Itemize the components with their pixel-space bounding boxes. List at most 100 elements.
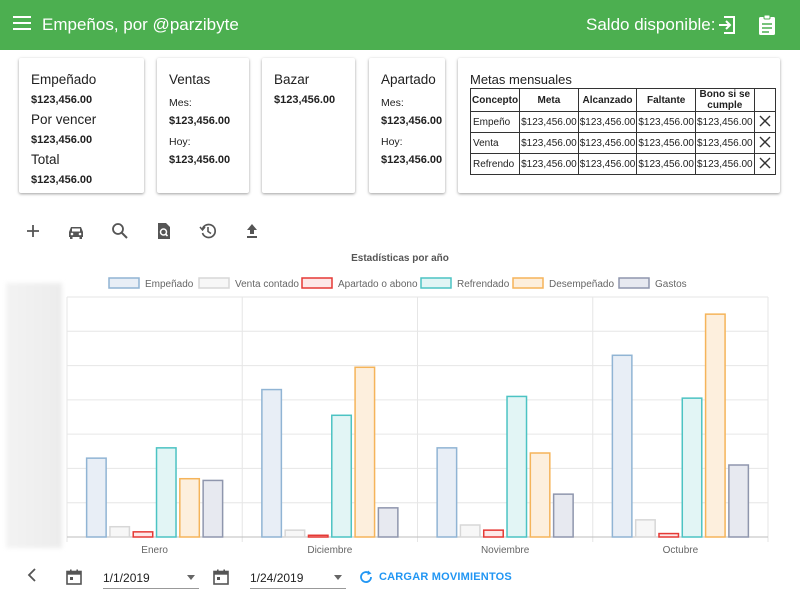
legend-label: Venta contado xyxy=(235,279,299,290)
apartado-mes-label: Mes: xyxy=(381,97,404,109)
load-movements-label: CARGAR MOVIMIENTOS xyxy=(379,571,512,583)
find-in-page-icon[interactable] xyxy=(154,221,174,241)
metas-title: Metas mensuales xyxy=(470,72,572,87)
chevron-down-icon[interactable] xyxy=(334,575,342,580)
total-label: Total xyxy=(31,152,60,167)
car-icon[interactable] xyxy=(66,221,86,241)
bar xyxy=(482,529,504,538)
metas-cell: $123,456.00 xyxy=(694,153,755,175)
x-tick-label: Enero xyxy=(141,545,168,556)
metas-cell: $123,456.00 xyxy=(577,132,638,154)
card-apartado: Apartado Mes: $123,456.00 Hoy: $123,456.… xyxy=(369,58,445,193)
metas-cell: Empeño xyxy=(469,111,521,133)
apartado-label: Apartado xyxy=(381,72,436,87)
delete-row-button[interactable] xyxy=(753,153,776,175)
bar xyxy=(681,397,703,538)
empenado-label: Empeñado xyxy=(31,72,97,87)
legend-swatch xyxy=(420,277,452,289)
total-value: $123,456.00 xyxy=(31,174,93,186)
to-date-value: 1/24/2019 xyxy=(250,571,304,585)
metas-header-bono: Bono si se cumple xyxy=(694,88,755,112)
close-icon xyxy=(759,136,771,147)
login-icon[interactable] xyxy=(717,14,737,36)
metas-cell: Refrendo xyxy=(469,153,521,175)
bar xyxy=(728,464,750,538)
metas-cell: $123,456.00 xyxy=(519,153,579,175)
to-date-field[interactable]: 1/24/2019 xyxy=(250,565,346,589)
bar xyxy=(552,493,574,538)
bar xyxy=(331,414,353,538)
legend-swatch xyxy=(512,277,544,289)
ventas-mes-value: $123,456.00 xyxy=(169,115,231,127)
ventas-hoy-value: $123,456.00 xyxy=(169,154,231,166)
legend-label: Refrendado xyxy=(457,279,510,290)
clipboard-icon[interactable] xyxy=(757,14,777,36)
card-ventas: Ventas Mes: $123,456.00 Hoy: $123,456.00 xyxy=(157,58,249,193)
bar xyxy=(284,529,306,538)
bar xyxy=(132,531,154,538)
back-arrow-icon[interactable] xyxy=(26,567,38,583)
bar xyxy=(506,395,528,538)
metas-cell: $123,456.00 xyxy=(519,111,579,133)
delete-row-button[interactable] xyxy=(753,132,776,154)
ventas-hoy-label: Hoy: xyxy=(169,136,191,148)
legend-label: Apartado o abono xyxy=(338,279,418,290)
metas-cell: $123,456.00 xyxy=(577,111,638,133)
chart-title: Estadísticas por año xyxy=(351,253,449,264)
legend-label: Gastos xyxy=(655,279,687,290)
card-metas: Metas mensuales Concepto Meta Alcanzado … xyxy=(458,58,780,193)
metas-header-meta: Meta xyxy=(519,88,579,112)
load-movements-button[interactable]: CARGAR MOVIMIENTOS xyxy=(358,567,512,587)
bar-chart: Enero Diciembre Noviembre Octubre Empeñado Ve… xyxy=(66,277,769,556)
app-title: Empeños, por @parzibyte xyxy=(42,15,239,34)
add-icon[interactable] xyxy=(23,221,43,241)
balance-label: Saldo disponible: xyxy=(586,15,716,34)
ventas-label: Ventas xyxy=(169,72,211,87)
por-vencer-label: Por vencer xyxy=(31,112,97,127)
menu-icon[interactable] xyxy=(13,16,31,34)
legend-swatch xyxy=(198,277,230,289)
bazar-label: Bazar xyxy=(274,72,310,87)
metas-cell: $123,456.00 xyxy=(577,153,638,175)
metas-header-faltante: Faltante xyxy=(636,88,696,112)
bar xyxy=(704,313,726,538)
metas-cell: $123,456.00 xyxy=(694,132,755,154)
refresh-icon xyxy=(360,570,372,583)
calendar-icon[interactable] xyxy=(66,569,82,585)
bar xyxy=(155,447,177,538)
card-empenado: Empeñado $123,456.00 Por vencer $123,456… xyxy=(19,58,144,193)
por-vencer-value: $123,456.00 xyxy=(31,134,93,146)
ventas-mes-label: Mes: xyxy=(169,97,192,109)
metas-header-row: Concepto Meta Alcanzado Faltante Bono si… xyxy=(469,88,776,112)
history-icon[interactable] xyxy=(198,221,218,241)
bar xyxy=(436,447,458,538)
bar xyxy=(634,519,656,538)
table-row: Empeño $123,456.00 $123,456.00 $123,456.… xyxy=(469,111,776,133)
metas-cell: $123,456.00 xyxy=(519,132,579,154)
table-row: Refrendo $123,456.00 $123,456.00 $123,45… xyxy=(469,153,776,175)
app-bar: Empeños, por @parzibyte Saldo disponible… xyxy=(0,0,800,50)
apartado-hoy-value: $123,456.00 xyxy=(381,154,443,166)
search-icon[interactable] xyxy=(110,221,130,241)
bazar-value: $123,456.00 xyxy=(274,94,336,106)
apartado-mes-value: $123,456.00 xyxy=(381,115,443,127)
chevron-down-icon[interactable] xyxy=(187,575,195,580)
bar xyxy=(611,354,633,538)
metas-header-alcanzado: Alcanzado xyxy=(577,88,638,112)
metas-header-actions xyxy=(753,88,776,112)
legend-swatch xyxy=(301,277,333,289)
metas-cell: $123,456.00 xyxy=(694,111,755,133)
delete-row-button[interactable] xyxy=(753,111,776,133)
bar xyxy=(658,532,680,538)
upload-icon[interactable] xyxy=(242,221,262,241)
bar xyxy=(529,452,551,538)
legend-label: Desempeñado xyxy=(549,279,614,290)
bar xyxy=(202,479,224,538)
x-tick-label: Octubre xyxy=(663,545,699,556)
from-date-field[interactable]: 1/1/2019 xyxy=(103,565,199,589)
metas-cell: Venta xyxy=(469,132,521,154)
from-date-value: 1/1/2019 xyxy=(103,571,150,585)
calendar-icon[interactable] xyxy=(213,569,229,585)
bar xyxy=(179,477,201,538)
apartado-hoy-label: Hoy: xyxy=(381,136,403,148)
